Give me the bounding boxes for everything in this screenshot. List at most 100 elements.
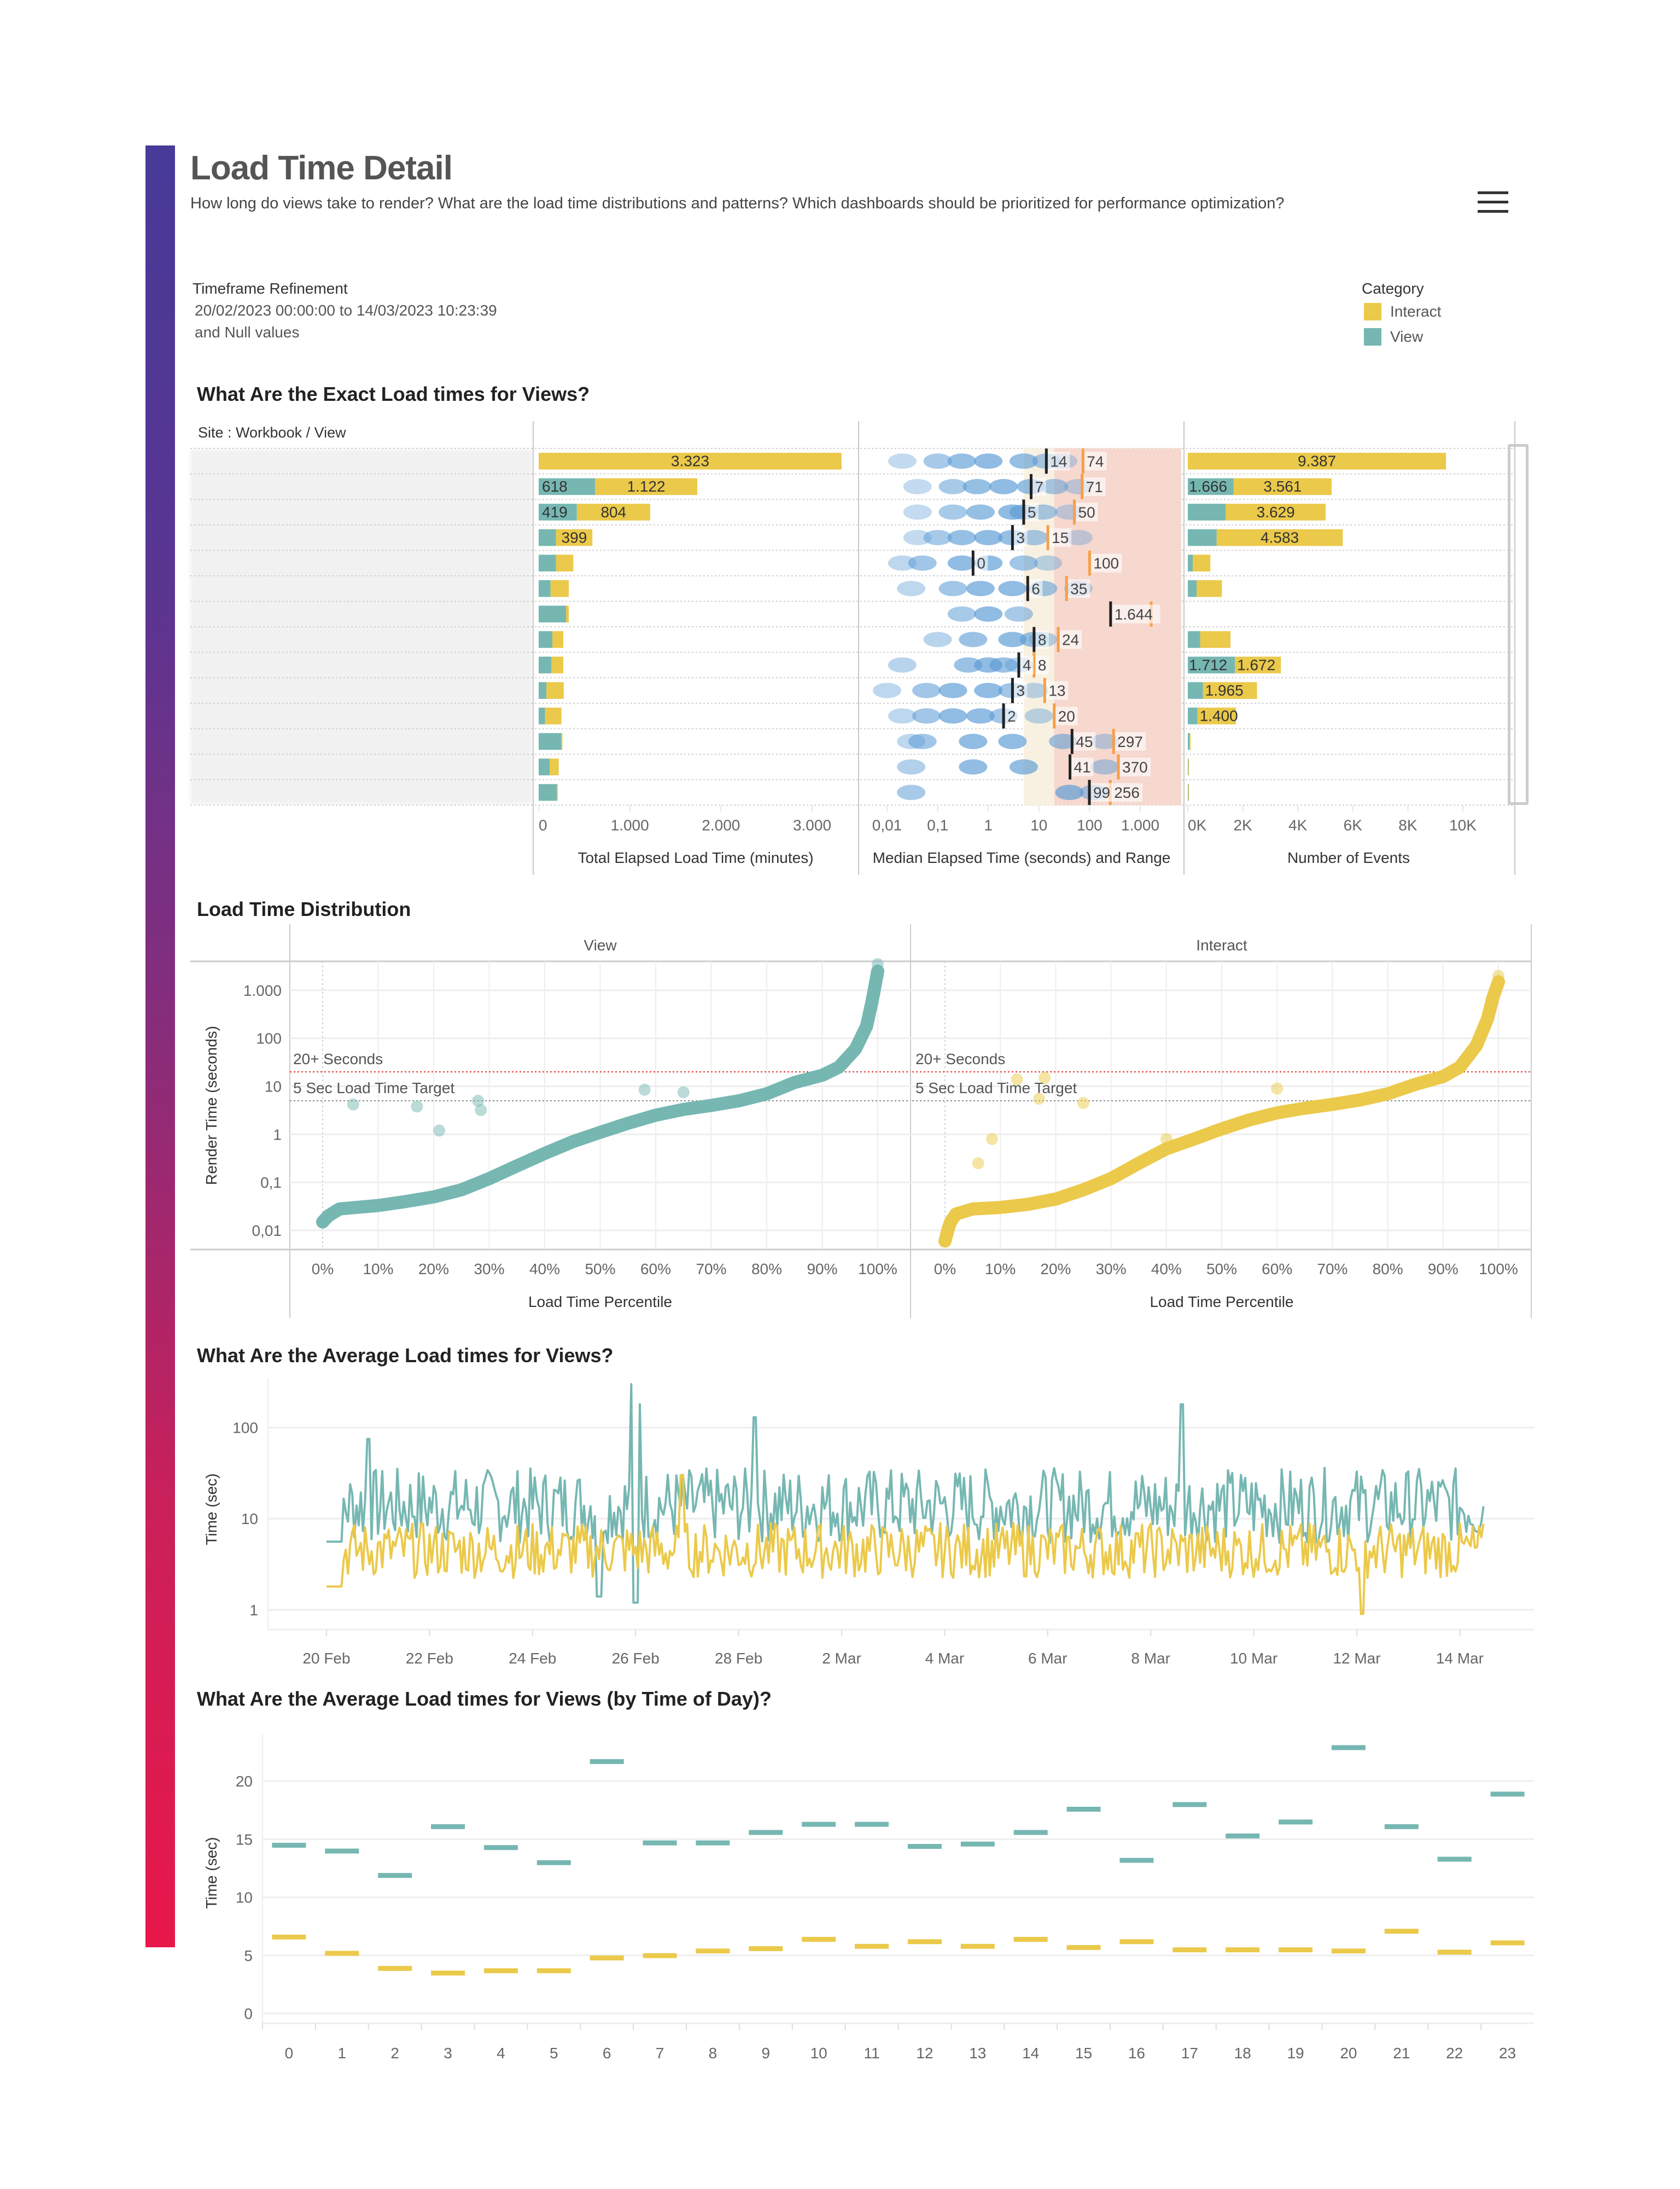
density-blob — [947, 606, 976, 622]
x-tick-label: 19 — [1287, 2045, 1304, 2062]
x-tick-label: 40% — [529, 1260, 560, 1277]
density-blob — [888, 657, 917, 673]
hour-mark-interact — [907, 1939, 942, 1945]
density-blob — [966, 581, 995, 597]
x-tick-label: 100 — [1077, 816, 1102, 833]
x-tick-label: 15 — [1075, 2045, 1092, 2062]
bar-segment-view — [1188, 682, 1203, 699]
hour-mark-view — [643, 1840, 677, 1846]
hour-mark-interact — [483, 1968, 518, 1974]
hour-mark-view — [1119, 1858, 1154, 1863]
x-tick-label: 70% — [696, 1260, 726, 1277]
density-blob — [1009, 759, 1038, 775]
hour-mark-interact — [1279, 1947, 1313, 1953]
x-tick-label: 0,01 — [872, 816, 902, 833]
x-tick-label: 13 — [969, 2045, 986, 2062]
hour-mark-interact — [590, 1955, 624, 1960]
density-blob — [938, 504, 967, 520]
hour-mark-view — [431, 1824, 465, 1829]
bar-segment-view — [539, 580, 551, 597]
bar-segment-view — [539, 631, 552, 648]
density-blob — [962, 478, 991, 494]
bar-value-label: 1.712 — [1189, 656, 1227, 673]
outlier-point — [1033, 1093, 1046, 1105]
y-axis-label: Render Time (seconds) — [203, 1026, 220, 1185]
x-tick-label: 0 — [539, 816, 547, 833]
hour-mark-view — [855, 1822, 889, 1827]
median-label: 2 — [1007, 708, 1016, 725]
x-tick-label: 0% — [934, 1260, 956, 1277]
average-load-time-series-chart: 1 10 100 Time (sec) 20 Feb 22 Feb 24 Feb 26 Feb… — [203, 1378, 1534, 1667]
bar-segment-view — [1188, 733, 1190, 750]
bar-segment-interact — [550, 580, 569, 597]
x-tick-label: 30% — [1096, 1260, 1127, 1277]
x-axis-label: Load Time Percentile — [528, 1293, 672, 1310]
y-tick-label: 1 — [249, 1602, 258, 1619]
median-label: 6 — [1031, 580, 1040, 597]
x-tick-label: 6 Mar — [1028, 1650, 1068, 1667]
y-tick-label: 1.000 — [243, 982, 282, 999]
bar-segment-interact — [1189, 733, 1191, 750]
x-axis-label: Median Elapsed Time (seconds) and Range — [873, 849, 1171, 866]
hour-mark-interact — [378, 1966, 412, 1971]
x-tick-label: 90% — [807, 1260, 837, 1277]
hour-mark-interact — [1066, 1945, 1101, 1950]
section-title-average: What Are the Average Load times for View… — [197, 1344, 614, 1367]
density-blob — [873, 682, 901, 698]
range-upper-label: 100 — [1093, 555, 1119, 572]
bar-segment-view — [1188, 708, 1198, 725]
x-tick-label: 20% — [1040, 1260, 1071, 1277]
median-label: 14 — [1050, 453, 1067, 470]
range-upper-label: 256 — [1114, 784, 1140, 801]
hour-mark-view — [325, 1848, 359, 1854]
x-tick-label: 2K — [1233, 816, 1252, 833]
bar-segment-interact — [1188, 758, 1189, 775]
median-label: 4 — [1023, 657, 1031, 674]
x-tick-label: 10 — [810, 2045, 827, 2062]
density-blob — [1034, 555, 1063, 571]
bar-value-label: 804 — [600, 504, 626, 521]
x-tick-label: 17 — [1181, 2045, 1198, 2062]
median-label: 8 — [1038, 632, 1047, 649]
x-tick-label: 80% — [1373, 1260, 1403, 1277]
x-tick-label: 50% — [1206, 1260, 1237, 1277]
hour-mark-view — [483, 1845, 518, 1851]
x-tick-label: 3 — [444, 2045, 452, 2062]
hour-mark-interact — [1384, 1929, 1419, 1934]
x-tick-label: 100% — [1479, 1260, 1518, 1277]
density-blob — [908, 733, 937, 749]
x-tick-label: 1 — [984, 816, 993, 833]
hour-mark-view — [590, 1759, 624, 1764]
outlier-point — [1271, 1082, 1284, 1095]
density-blob — [888, 453, 917, 469]
hour-mark-view — [536, 1860, 571, 1865]
x-tick-label: 10K — [1449, 816, 1477, 833]
x-tick-label: 2.000 — [702, 816, 740, 833]
range-upper-label: 71 — [1086, 478, 1103, 495]
density-blob — [908, 555, 937, 571]
bar-segment-view — [1188, 580, 1197, 597]
outlier-point — [872, 958, 884, 971]
median-label: 99 — [1093, 784, 1110, 801]
hour-mark-view — [1331, 1745, 1366, 1750]
outlier-point — [1039, 1072, 1051, 1084]
y-tick-label: 0,01 — [252, 1222, 282, 1239]
bar-segment-interact — [561, 733, 563, 750]
density-blob — [923, 632, 952, 647]
range-upper-label: 20 — [1058, 708, 1075, 725]
outlier-point — [411, 1100, 423, 1113]
hour-mark-view — [696, 1840, 730, 1846]
hour-mark-interact — [1437, 1949, 1472, 1955]
x-tick-label: 0% — [312, 1260, 334, 1277]
hour-mark-view — [1490, 1791, 1525, 1797]
outlier-point — [986, 1133, 999, 1145]
x-tick-label: 4 — [497, 2045, 505, 2062]
range-upper-label: 297 — [1117, 733, 1143, 750]
hour-mark-interact — [855, 1943, 889, 1949]
bar-segment-interact — [546, 682, 564, 699]
hour-mark-interact — [696, 1948, 730, 1954]
outlier-point — [433, 1124, 446, 1137]
hour-mark-interact — [272, 1934, 306, 1940]
x-tick-label: 14 Mar — [1436, 1650, 1484, 1667]
x-tick-label: 20% — [418, 1260, 449, 1277]
